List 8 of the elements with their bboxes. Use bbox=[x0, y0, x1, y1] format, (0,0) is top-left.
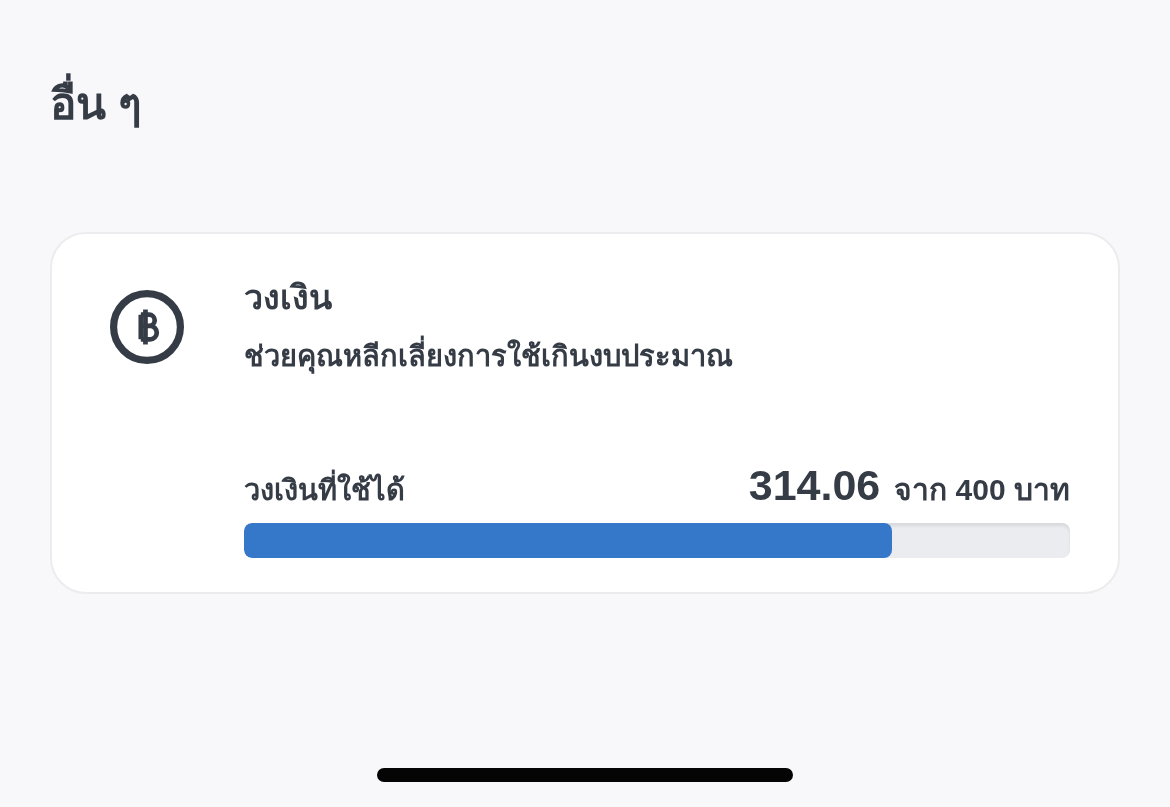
amount-total: จาก 400 บาท bbox=[894, 472, 1070, 508]
card-title: วงเงิน bbox=[244, 277, 333, 318]
budget-card[interactable]: วงเงิน ช่วยคุณหลีกเลี่ยงการใช้เกินงบประมาณ วงเงินที่ใช้ได้ 314.06 จาก 400 บาท bbox=[50, 232, 1120, 594]
available-label: วงเงินที่ใช้ได้ bbox=[244, 467, 405, 513]
card-description: ช่วยคุณหลีกเลี่ยงการใช้เกินงบประมาณ bbox=[244, 334, 1070, 378]
section-heading: อื่น ๆ bbox=[50, 72, 1120, 136]
baht-coin-icon bbox=[110, 290, 184, 364]
amount-value: 314.06 bbox=[748, 462, 881, 508]
